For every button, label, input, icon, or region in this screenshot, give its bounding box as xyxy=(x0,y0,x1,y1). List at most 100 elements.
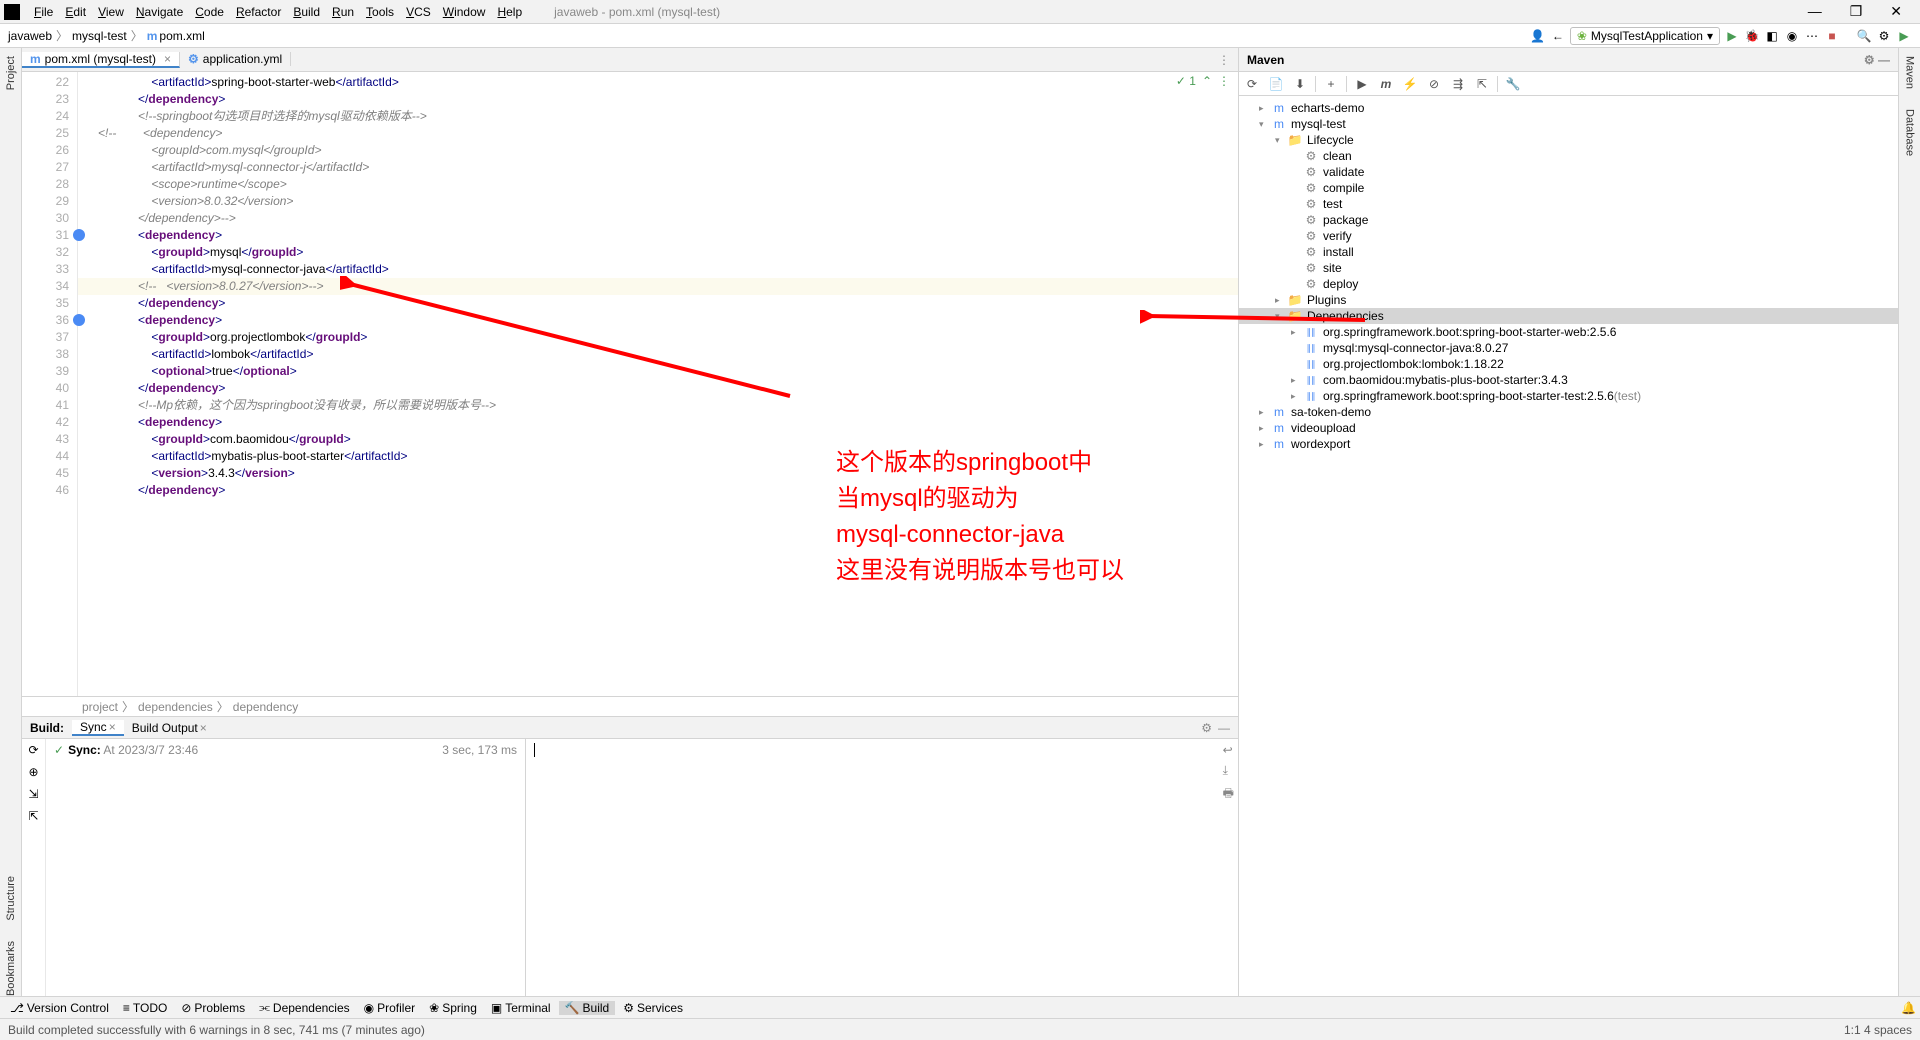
target-icon[interactable]: ⊕ xyxy=(28,765,38,779)
maven-tree-item[interactable]: ∥∥org.projectlombok:lombok:1.18.22 xyxy=(1239,356,1898,372)
execute-icon[interactable]: m xyxy=(1377,75,1395,93)
maven-tree[interactable]: ▸mecharts-demo▾mmysql-test▾📁Lifecycle⚙cl… xyxy=(1239,96,1898,996)
print-icon[interactable]: 🖶 xyxy=(1223,784,1234,805)
maven-tree-item[interactable]: ⚙validate xyxy=(1239,164,1898,180)
tool-profiler[interactable]: ◉Profiler xyxy=(358,1001,422,1015)
refresh-icon[interactable]: ⟳ xyxy=(28,743,38,757)
menu-edit[interactable]: Edit xyxy=(59,5,92,19)
code-editor[interactable]: 2223242526272829303132333435363738394041… xyxy=(22,72,1238,696)
menu-file[interactable]: File xyxy=(28,5,59,19)
maven-tree-item[interactable]: ▸mecharts-demo xyxy=(1239,100,1898,116)
maven-tree-item[interactable]: ⚙clean xyxy=(1239,148,1898,164)
dependencies-icon[interactable]: ⇶ xyxy=(1449,75,1467,93)
stop-button[interactable]: ■ xyxy=(1824,28,1840,44)
run-anything-icon[interactable]: ▶ xyxy=(1896,28,1912,44)
maximize-icon[interactable]: ❐ xyxy=(1844,3,1869,20)
collapse-icon[interactable]: ⇱ xyxy=(28,809,38,823)
menu-run[interactable]: Run xyxy=(326,5,360,19)
maven-tree-item[interactable]: ⚙install xyxy=(1239,244,1898,260)
tool-spring[interactable]: ❀Spring xyxy=(423,1001,483,1015)
build-settings-icon[interactable]: ⚙ xyxy=(1201,721,1212,735)
breadcrumb-file[interactable]: pom.xml xyxy=(159,29,204,43)
editor-tab[interactable]: mpom.xml (mysql-test)× xyxy=(22,52,180,68)
maven-tool-button[interactable]: Maven xyxy=(1904,56,1916,89)
maven-tree-item[interactable]: ▸∥∥org.springframework.boot:spring-boot-… xyxy=(1239,388,1898,404)
menu-vcs[interactable]: VCS xyxy=(400,5,437,19)
breadcrumb-module[interactable]: mysql-test xyxy=(72,29,127,43)
tool-services[interactable]: ⚙Services xyxy=(617,1001,689,1015)
toggle-offline-icon[interactable]: ⚡ xyxy=(1401,75,1419,93)
menu-code[interactable]: Code xyxy=(189,5,230,19)
tab-options-icon[interactable]: ⋮ xyxy=(1210,53,1238,67)
maven-tree-item[interactable]: ⚙site xyxy=(1239,260,1898,276)
coverage-button[interactable]: ◧ xyxy=(1764,28,1780,44)
maven-tree-item[interactable]: ▸∥∥org.springframework.boot:spring-boot-… xyxy=(1239,324,1898,340)
reload-icon[interactable]: ⟳ xyxy=(1243,75,1261,93)
project-tool-button[interactable]: Project xyxy=(5,56,17,90)
bookmarks-tool-button[interactable]: Bookmarks xyxy=(5,941,17,996)
search-icon[interactable]: 🔍 xyxy=(1856,28,1872,44)
status-right[interactable]: 1:1 4 spaces xyxy=(1844,1023,1912,1037)
soft-wrap-icon[interactable]: ↩ xyxy=(1223,743,1234,757)
breadcrumb-root[interactable]: javaweb xyxy=(8,29,52,43)
settings-icon[interactable]: ⚙ xyxy=(1876,28,1892,44)
editor-tab[interactable]: ⚙application.yml xyxy=(180,52,291,66)
attach-button[interactable]: ⋯ xyxy=(1804,28,1820,44)
tool-dependencies[interactable]: ⫘Dependencies xyxy=(253,1000,356,1015)
maven-settings-icon[interactable]: ⚙ — xyxy=(1864,53,1890,67)
maven-tree-item[interactable]: ⚙compile xyxy=(1239,180,1898,196)
maven-tree-item[interactable]: ▾mmysql-test xyxy=(1239,116,1898,132)
menu-view[interactable]: View xyxy=(92,5,130,19)
maven-tree-item[interactable]: ▸mvideoupload xyxy=(1239,420,1898,436)
scroll-end-icon[interactable]: ⤓ xyxy=(1223,763,1234,778)
menu-window[interactable]: Window xyxy=(437,5,492,19)
maven-tree-item[interactable]: ⚙test xyxy=(1239,196,1898,212)
add-icon[interactable]: + xyxy=(1322,75,1340,93)
generate-icon[interactable]: 📄 xyxy=(1267,75,1285,93)
tool-todo[interactable]: ≡TODO xyxy=(117,1001,173,1015)
structure-tool-button[interactable]: Structure xyxy=(5,876,17,921)
run-config-dropdown[interactable]: ❀ MysqlTestApplication ▾ xyxy=(1570,27,1720,45)
maven-tree-item[interactable]: ▾📁Dependencies xyxy=(1239,308,1898,324)
maven-tree-item[interactable]: ⚙deploy xyxy=(1239,276,1898,292)
build-hide-icon[interactable]: — xyxy=(1218,721,1230,735)
notifications-icon[interactable]: 🔔 xyxy=(1901,1001,1916,1015)
tool-terminal[interactable]: ▣Terminal xyxy=(485,1001,557,1015)
close-icon[interactable]: ✕ xyxy=(1884,3,1908,20)
maven-tree-item[interactable]: ⚙verify xyxy=(1239,228,1898,244)
build-output-area[interactable]: ↩ ⤓ 🖶 xyxy=(526,739,1238,996)
tool-version-control[interactable]: ⎇Version Control xyxy=(4,1001,115,1015)
back-icon[interactable]: ← xyxy=(1550,28,1566,44)
menu-help[interactable]: Help xyxy=(491,5,528,19)
download-icon[interactable]: ⬇ xyxy=(1291,75,1309,93)
build-tab-sync[interactable]: Sync× xyxy=(72,720,124,736)
maven-tree-item[interactable]: ▸📁Plugins xyxy=(1239,292,1898,308)
code-content[interactable]: <artifactId>spring-boot-starter-web</art… xyxy=(78,72,1238,696)
maven-tree-item[interactable]: ▸msa-token-demo xyxy=(1239,404,1898,420)
maven-run-icon[interactable]: ▶ xyxy=(1353,75,1371,93)
menu-tools[interactable]: Tools xyxy=(360,5,400,19)
menu-navigate[interactable]: Navigate xyxy=(130,5,189,19)
tool-build[interactable]: 🔨Build xyxy=(559,1001,616,1015)
collapse-all-icon[interactable]: ⇱ xyxy=(1473,75,1491,93)
debug-button[interactable]: 🐞 xyxy=(1744,28,1760,44)
build-sync-tree[interactable]: ✓Sync: At 2023/3/7 23:46 3 sec, 173 ms xyxy=(46,739,526,996)
maven-tree-item[interactable]: ▸∥∥com.baomidou:mybatis-plus-boot-starte… xyxy=(1239,372,1898,388)
menu-refactor[interactable]: Refactor xyxy=(230,5,287,19)
maven-tree-item[interactable]: ∥∥mysql:mysql-connector-java:8.0.27 xyxy=(1239,340,1898,356)
menu-build[interactable]: Build xyxy=(287,5,326,19)
expand-icon[interactable]: ⇲ xyxy=(28,787,38,801)
maven-tree-item[interactable]: ⚙package xyxy=(1239,212,1898,228)
editor-inspection-status[interactable]: ✓ 1 ⌃ ⋮ xyxy=(1176,74,1230,88)
user-icon[interactable]: 👤 xyxy=(1530,28,1546,44)
maven-tree-item[interactable]: ▾📁Lifecycle xyxy=(1239,132,1898,148)
tool-problems[interactable]: ⊘Problems xyxy=(175,1001,251,1015)
build-tab-output[interactable]: Build Output× xyxy=(124,721,215,735)
database-tool-button[interactable]: Database xyxy=(1904,109,1916,156)
skip-tests-icon[interactable]: ⊘ xyxy=(1425,75,1443,93)
profile-button[interactable]: ◉ xyxy=(1784,28,1800,44)
run-button[interactable]: ▶ xyxy=(1724,28,1740,44)
minimize-icon[interactable]: — xyxy=(1802,3,1828,20)
maven-wrench-icon[interactable]: 🔧 xyxy=(1504,75,1522,93)
maven-tree-item[interactable]: ▸mwordexport xyxy=(1239,436,1898,452)
